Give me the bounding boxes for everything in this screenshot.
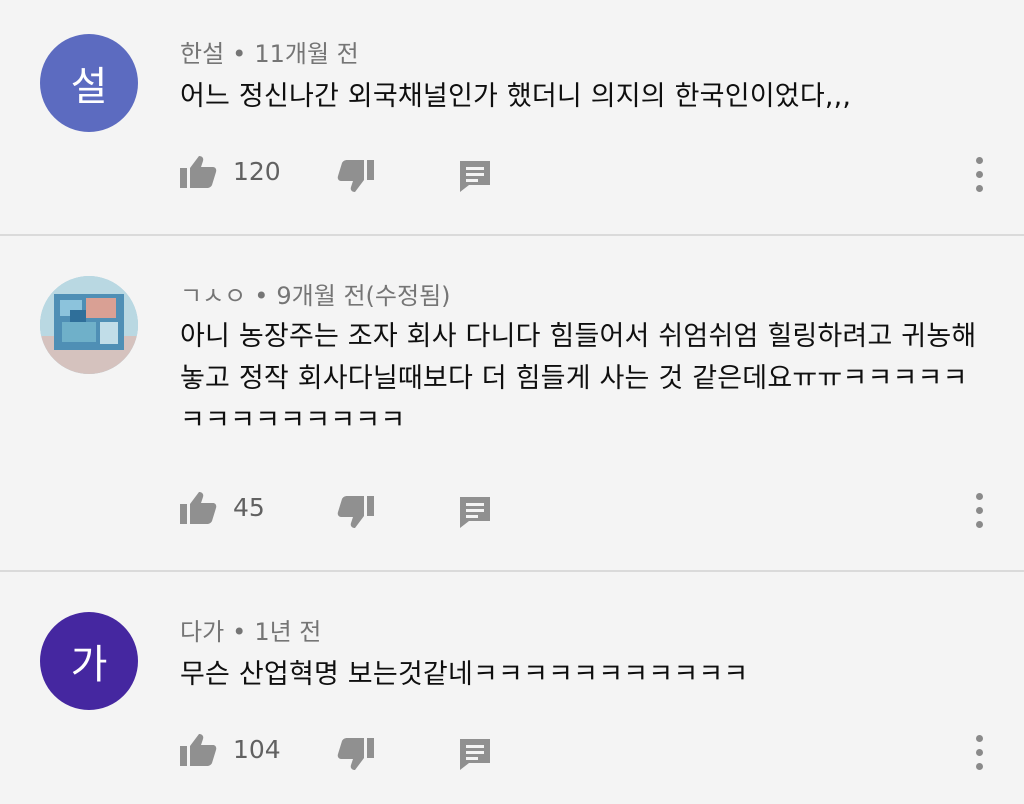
comment-icon: [460, 739, 490, 770]
like-button[interactable]: [178, 488, 218, 528]
comment-actions: 120: [0, 152, 1024, 202]
like-button[interactable]: [178, 152, 218, 192]
comment-item: 가 다가 • 1년 전 무슨 산업혁명 보는것같네ㅋㅋㅋㅋㅋㅋㅋㅋㅋㅋㅋ 104: [0, 572, 1024, 804]
dislike-button[interactable]: [336, 492, 376, 532]
like-count: 104: [233, 735, 281, 764]
thumb-up-icon: [180, 156, 217, 188]
thumb-up-icon: [180, 492, 217, 524]
comment-text: 아니 농장주는 조자 회사 다니다 힘들어서 쉬엄쉬엄 힐링하려고 귀농해 놓고…: [180, 321, 977, 436]
avatar-initial: 가: [70, 642, 108, 688]
comment-icon: [460, 497, 490, 528]
separator-dot: •: [254, 282, 269, 310]
thumb-down-icon: [337, 738, 374, 770]
comment-text: 어느 정신나간 외국채널인가 했더니 의지의 한국인이었다,,,: [180, 81, 852, 112]
thumb-down-icon: [337, 160, 374, 192]
author-name[interactable]: 한설: [180, 40, 224, 68]
comment-actions: 45: [0, 488, 1024, 538]
thumb-up-icon: [180, 734, 217, 766]
more-vert-icon[interactable]: [964, 732, 994, 772]
comment-meta: 다가 • 1년 전: [180, 612, 321, 647]
comment-text: 무슨 산업혁명 보는것같네ㅋㅋㅋㅋㅋㅋㅋㅋㅋㅋㅋ: [180, 659, 749, 690]
comment-meta: ㄱㅅㅇ • 9개월 전(수정됨): [180, 276, 451, 311]
comment-time[interactable]: 9개월 전(수정됨): [276, 282, 450, 310]
dislike-button[interactable]: [336, 156, 376, 196]
reply-button[interactable]: [455, 156, 495, 196]
author-name[interactable]: 다가: [180, 618, 224, 646]
comment-actions: 104: [0, 730, 1024, 780]
avatar-initial: 설: [70, 64, 108, 110]
comment-item: ㄱㅅㅇ • 9개월 전(수정됨) 아니 농장주는 조자 회사 다니다 힘들어서 쉬엄…: [0, 236, 1024, 570]
dislike-button[interactable]: [336, 734, 376, 774]
more-vert-icon[interactable]: [964, 154, 994, 194]
reply-button[interactable]: [455, 734, 495, 774]
avatar-image: [40, 276, 138, 374]
like-button[interactable]: [178, 730, 218, 770]
author-name[interactable]: ㄱㅅㅇ: [180, 282, 246, 310]
avatar[interactable]: 설: [40, 34, 138, 132]
comment-time[interactable]: 1년 전: [254, 618, 321, 646]
comment-meta: 한설 • 11개월 전: [180, 34, 359, 69]
comment-list: 설 한설 • 11개월 전 어느 정신나간 외국채널인가 했더니 의지의 한국인이었…: [0, 0, 1024, 804]
avatar[interactable]: 가: [40, 612, 138, 710]
separator-dot: •: [232, 618, 247, 646]
separator-dot: •: [232, 40, 247, 68]
more-vert-icon[interactable]: [964, 490, 994, 530]
like-count: 45: [233, 493, 265, 522]
thumb-down-icon: [337, 496, 374, 528]
comment-time[interactable]: 11개월 전: [254, 40, 358, 68]
reply-button[interactable]: [455, 492, 495, 532]
like-count: 120: [233, 157, 281, 186]
comment-icon: [460, 161, 490, 192]
avatar[interactable]: [40, 276, 138, 374]
comment-item: 설 한설 • 11개월 전 어느 정신나간 외국채널인가 했더니 의지의 한국인이었…: [0, 0, 1024, 234]
